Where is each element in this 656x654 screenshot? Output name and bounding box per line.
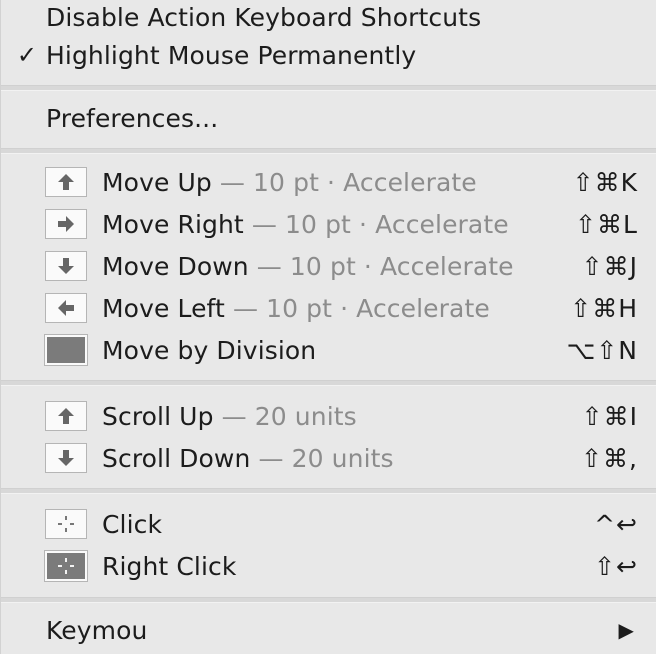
menu-separator bbox=[1, 488, 656, 494]
menu-separator bbox=[1, 85, 656, 91]
menu-item-detail: — 10 pt · Accelerate bbox=[224, 293, 490, 323]
menu-item-move-down[interactable]: Move Down — 10 pt · Accelerate ⇧⌘J bbox=[1, 245, 656, 287]
shortcut-label: ⇧⌘I bbox=[581, 401, 638, 431]
menu-item-label: Move Down bbox=[102, 251, 249, 281]
menu-item-label: Scroll Up bbox=[102, 401, 214, 431]
menu-item-label: Move Left bbox=[102, 293, 225, 323]
menu-item-keymou[interactable]: Keymou ▶ bbox=[1, 609, 656, 651]
menu-separator bbox=[1, 597, 656, 603]
menu-item-detail: — 20 units bbox=[250, 443, 394, 473]
menu-item-label: Move by Division bbox=[102, 335, 317, 365]
context-menu: Disable Action Keyboard Shortcuts ✓ High… bbox=[0, 0, 656, 654]
shortcut-label: ⇧↩ bbox=[594, 551, 638, 581]
arrow-down-icon bbox=[45, 443, 87, 473]
division-icon bbox=[44, 334, 88, 366]
checkmark-icon: ✓ bbox=[16, 41, 38, 69]
arrow-left-icon bbox=[45, 293, 87, 323]
menu-item-move-right[interactable]: Move Right — 10 pt · Accelerate ⇧⌘L bbox=[1, 203, 656, 245]
menu-item-label: Move Up bbox=[102, 167, 212, 197]
menu-item-scroll-up[interactable]: Scroll Up — 20 units ⇧⌘I bbox=[1, 395, 656, 437]
menu-item-right-click[interactable]: Right Click ⇧↩ bbox=[1, 545, 656, 587]
menu-item-label: Disable Action Keyboard Shortcuts bbox=[46, 2, 482, 32]
arrow-down-icon bbox=[45, 251, 87, 281]
shortcut-label: ⇧⌘, bbox=[581, 443, 638, 473]
menu-item-label: Keymou bbox=[46, 615, 148, 645]
menu-separator bbox=[1, 380, 656, 386]
shortcut-label: ⌥⇧N bbox=[566, 335, 638, 365]
shortcut-label: ⇧⌘H bbox=[570, 293, 638, 323]
menu-item-label: Scroll Down bbox=[102, 443, 251, 473]
menu-item-label: Right Click bbox=[102, 551, 237, 581]
menu-item-preferences[interactable]: Preferences... bbox=[1, 97, 656, 139]
menu-separator bbox=[1, 148, 656, 154]
menu-item-move-left[interactable]: Move Left — 10 pt · Accelerate ⇧⌘H bbox=[1, 287, 656, 329]
menu-item-move-by-division[interactable]: Move by Division ⌥⇧N bbox=[1, 329, 656, 371]
menu-item-label: Move Right bbox=[102, 209, 244, 239]
submenu-arrow-icon: ▶ bbox=[618, 618, 634, 642]
menu-item-detail: — 20 units bbox=[213, 401, 357, 431]
shortcut-label: ⇧⌘K bbox=[572, 167, 638, 197]
menu-item-label: Click bbox=[102, 509, 163, 539]
menu-item-scroll-down[interactable]: Scroll Down — 20 units ⇧⌘, bbox=[1, 437, 656, 479]
menu-item-highlight-mouse[interactable]: ✓ Highlight Mouse Permanently bbox=[1, 34, 656, 76]
menu-item-label: Preferences... bbox=[46, 103, 219, 133]
menu-item-label: Highlight Mouse Permanently bbox=[46, 40, 417, 70]
right-click-icon bbox=[44, 550, 88, 582]
menu-item-move-up[interactable]: Move Up — 10 pt · Accelerate ⇧⌘K bbox=[1, 161, 656, 203]
arrow-up-icon bbox=[45, 401, 87, 431]
arrow-up-icon bbox=[45, 167, 87, 197]
shortcut-label: ⇧⌘L bbox=[575, 209, 638, 239]
arrow-right-icon bbox=[45, 209, 87, 239]
menu-item-click[interactable]: Click ^↩ bbox=[1, 503, 656, 545]
menu-item-detail: — 10 pt · Accelerate bbox=[248, 251, 514, 281]
menu-item-detail: — 10 pt · Accelerate bbox=[243, 209, 509, 239]
click-icon bbox=[45, 509, 87, 539]
menu-item-detail: — 10 pt · Accelerate bbox=[211, 167, 477, 197]
menu-item-disable-action-shortcuts[interactable]: Disable Action Keyboard Shortcuts bbox=[1, 0, 656, 38]
shortcut-label: ^↩ bbox=[594, 509, 638, 539]
shortcut-label: ⇧⌘J bbox=[581, 251, 638, 281]
